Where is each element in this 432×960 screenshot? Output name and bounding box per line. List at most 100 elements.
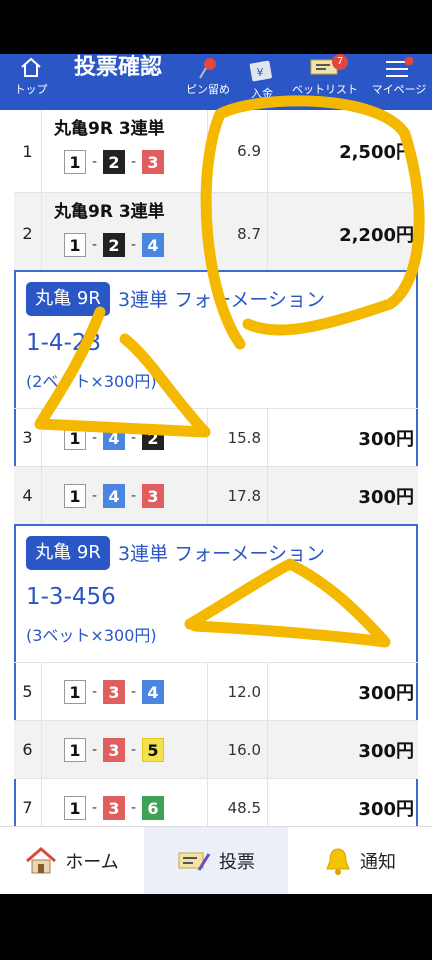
bet-number: 5 (14, 663, 42, 720)
bet-odds: 12.0 (208, 663, 268, 720)
boat-badge: 3 (103, 738, 125, 762)
boat-badge: 1 (64, 150, 86, 174)
combo-separator: - (130, 800, 137, 816)
home-icon (21, 57, 41, 77)
formation-header: 丸亀 9R 3連単 フォーメーション 1-3-456 (3ベット×300円) (16, 526, 416, 662)
bet-detail: 1 - 3 - 6 (42, 779, 208, 826)
mypage-button[interactable]: マイページ (366, 54, 432, 110)
betlist-icon-wrap: 7 (310, 54, 348, 78)
ticket-pen-icon (178, 852, 211, 871)
boat-combination: 1 - 3 - 5 (64, 738, 164, 762)
formation-card: 丸亀 9R 3連単 フォーメーション 1-4-23 (2ベット×300円) 3 … (14, 270, 418, 526)
bet-detail: 丸亀9R 3連単 1 - 2 - 4 (42, 193, 208, 274)
nav-notify[interactable]: 通知 (288, 827, 432, 894)
bet-count: (2ベット×300円) (26, 372, 157, 391)
combo-separator: - (91, 237, 98, 253)
boat-combination: 1 - 2 - 3 (64, 150, 164, 174)
bet-list[interactable]: 1 丸亀9R 3連単 1 - 2 - 3 6.9 2,500円 2 丸亀9R 3… (0, 110, 432, 826)
betlist-label: ベットリスト (292, 83, 358, 96)
bet-amount[interactable]: 2,500円 (268, 110, 418, 192)
app-header: トップ 投票確認 ピン留め ¥ 入金 7 ベットリスト マイページ (0, 54, 432, 110)
svg-text:¥: ¥ (257, 66, 264, 79)
bet-row: 4 1 - 4 - 3 17.8 300円 (14, 466, 418, 524)
boat-badge: 5 (142, 738, 164, 762)
bet-odds: 48.5 (208, 779, 268, 826)
boat-badge: 1 (64, 484, 86, 508)
bet-amount[interactable]: 300円 (268, 409, 418, 466)
bet-amount[interactable]: 2,200円 (268, 193, 418, 274)
house-icon (26, 847, 57, 874)
boat-badge: 2 (142, 426, 164, 450)
bet-type-label: 3連単 フォーメーション (118, 289, 325, 311)
bet-amount[interactable]: 300円 (268, 467, 418, 524)
combo-separator: - (130, 430, 137, 446)
bet-type-label: 3連単 フォーメーション (118, 543, 325, 565)
combo-separator: - (91, 742, 98, 758)
combo-separator: - (91, 430, 98, 446)
boat-badge: 1 (64, 233, 86, 257)
bet-number: 6 (14, 721, 42, 778)
nav-home-label: ホーム (65, 852, 119, 873)
top-nav-button[interactable]: トップ (4, 54, 58, 110)
bet-amount[interactable]: 300円 (268, 721, 418, 778)
bet-odds: 8.7 (208, 193, 268, 274)
pin-label: ピン留め (186, 83, 230, 96)
betlist-badge: 7 (332, 54, 348, 70)
bet-number: 3 (14, 409, 42, 466)
betlist-button[interactable]: 7 ベットリスト (290, 54, 360, 110)
boat-badge: 1 (64, 738, 86, 762)
boat-badge: 4 (142, 680, 164, 704)
bet-odds: 6.9 (208, 110, 268, 192)
top-label: トップ (14, 83, 48, 96)
mypage-label: マイページ (371, 83, 427, 96)
menu-icon (386, 56, 414, 77)
bet-detail: 1 - 4 - 3 (42, 467, 208, 524)
deposit-icon: ¥ (249, 60, 272, 82)
bet-count: (3ベット×300円) (26, 626, 157, 645)
race-tag: 丸亀 9R (26, 282, 110, 316)
bet-detail: 1 - 3 - 5 (42, 721, 208, 778)
nav-vote-label: 投票 (219, 852, 255, 873)
bet-number: 1 (14, 110, 42, 192)
boat-combination: 1 - 4 - 2 (64, 426, 164, 450)
formation-combination: 1-4-23 (26, 330, 102, 356)
page-title: 投票確認 (74, 55, 163, 80)
bet-row: 3 1 - 4 - 2 15.8 300円 (14, 408, 418, 466)
nav-vote[interactable]: 投票 (144, 827, 288, 894)
boat-combination: 1 - 3 - 6 (64, 796, 164, 820)
nav-notify-label: 通知 (360, 852, 396, 873)
combo-separator: - (130, 684, 137, 700)
pin-icon (199, 58, 216, 79)
boat-badge: 3 (103, 680, 125, 704)
bet-row: 2 丸亀9R 3連単 1 - 2 - 4 8.7 2,200円 (14, 192, 418, 274)
boat-badge: 2 (103, 233, 125, 257)
bell-icon (326, 848, 350, 875)
nav-home[interactable]: ホーム (0, 827, 144, 894)
combo-separator: - (91, 154, 98, 170)
app-screen: トップ 投票確認 ピン留め ¥ 入金 7 ベットリスト マイページ 1 丸亀9R… (0, 54, 432, 894)
boat-combination: 1 - 4 - 3 (64, 484, 164, 508)
bet-number: 7 (14, 779, 42, 826)
boat-combination: 1 - 3 - 4 (64, 680, 164, 704)
deposit-button[interactable]: ¥ 入金 (240, 54, 284, 110)
bet-amount[interactable]: 300円 (268, 663, 418, 720)
pin-button[interactable]: ピン留め (184, 54, 232, 110)
boat-badge: 1 (64, 796, 86, 820)
combo-separator: - (130, 742, 137, 758)
deposit-label: 入金 (251, 87, 273, 100)
bet-row: 5 1 - 3 - 4 12.0 300円 (14, 662, 418, 720)
bet-odds: 15.8 (208, 409, 268, 466)
formation-card: 丸亀 9R 3連単 フォーメーション 1-3-456 (3ベット×300円) 5… (14, 524, 418, 826)
combo-separator: - (130, 488, 137, 504)
bet-odds: 16.0 (208, 721, 268, 778)
bet-row: 1 丸亀9R 3連単 1 - 2 - 3 6.9 2,500円 (14, 110, 418, 192)
boat-badge: 3 (142, 150, 164, 174)
combo-separator: - (91, 488, 98, 504)
bet-detail: 1 - 4 - 2 (42, 409, 208, 466)
formation-combination: 1-3-456 (26, 584, 116, 610)
boat-badge: 1 (64, 680, 86, 704)
bet-amount[interactable]: 300円 (268, 779, 418, 826)
bottom-nav: ホーム 投票 通知 (0, 826, 432, 894)
boat-badge: 4 (103, 426, 125, 450)
boat-badge: 3 (103, 796, 125, 820)
